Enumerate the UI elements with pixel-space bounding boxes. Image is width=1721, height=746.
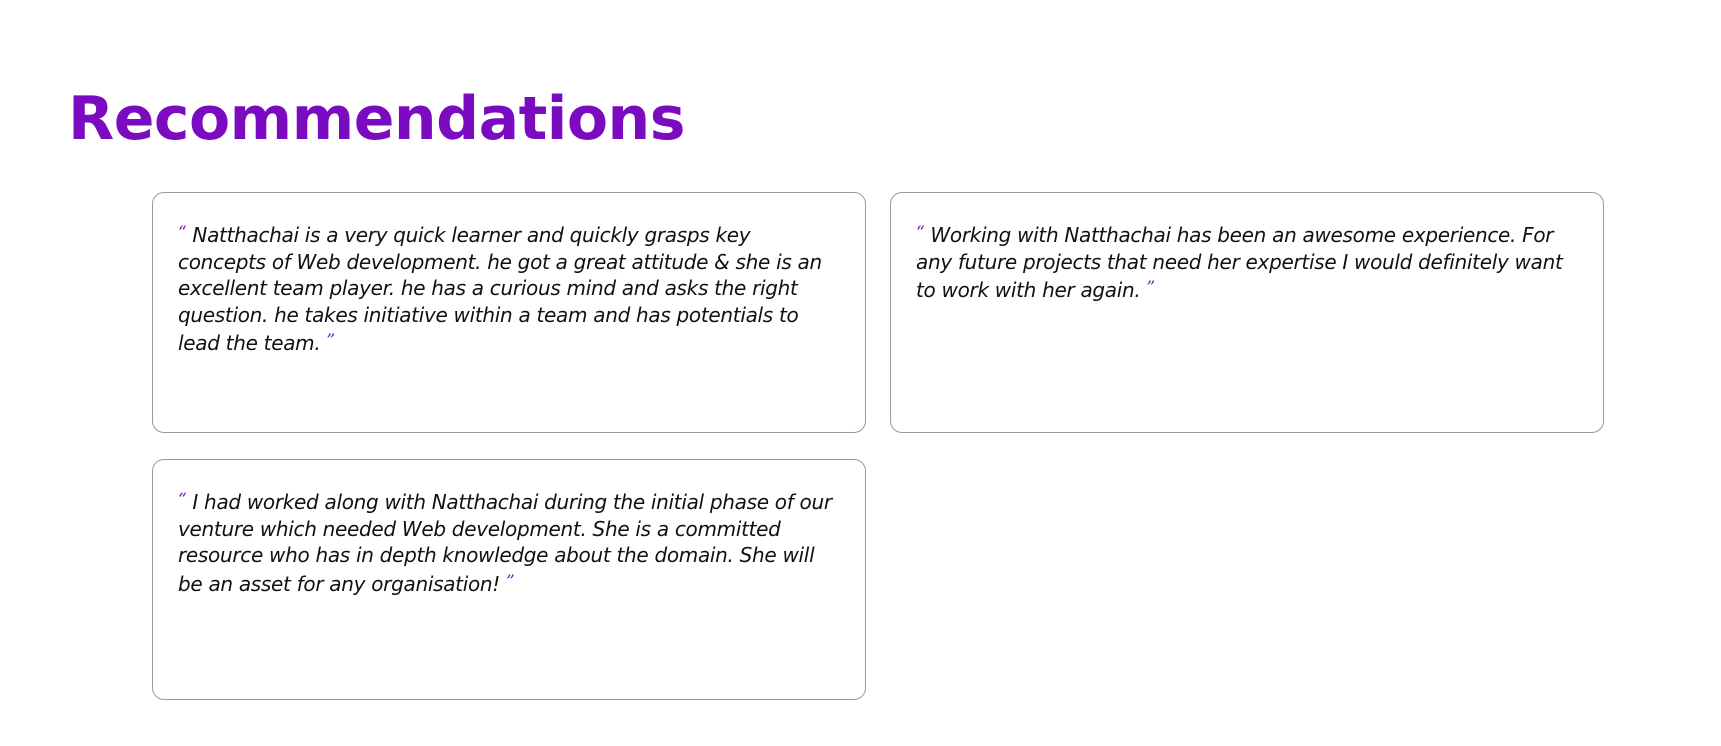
close-quote-icon: ” [1146,278,1155,298]
page-title: Recommendations [68,84,685,154]
close-quote-icon: ” [326,331,335,351]
recommendation-body: I had worked along with Natthachai durin… [178,490,832,596]
close-quote-icon: ” [505,571,515,592]
recommendation-card: “Natthachai is a very quick learner and … [152,192,866,433]
recommendation-card: “Working with Natthachai has been an awe… [890,192,1604,433]
recommendation-body: Natthachai is a very quick learner and q… [178,223,822,355]
open-quote-icon: “ [916,223,925,243]
open-quote-icon: “ [178,223,187,243]
recommendation-text: “Natthachai is a very quick learner and … [178,220,840,357]
recommendation-text: “Working with Natthachai has been an awe… [916,220,1578,304]
recommendation-body: Working with Natthachai has been an awes… [916,223,1563,302]
recommendation-text: “I had worked along with Natthachai duri… [178,487,840,597]
open-quote-icon: “ [178,490,187,510]
recommendation-card: “I had worked along with Natthachai duri… [152,459,866,700]
